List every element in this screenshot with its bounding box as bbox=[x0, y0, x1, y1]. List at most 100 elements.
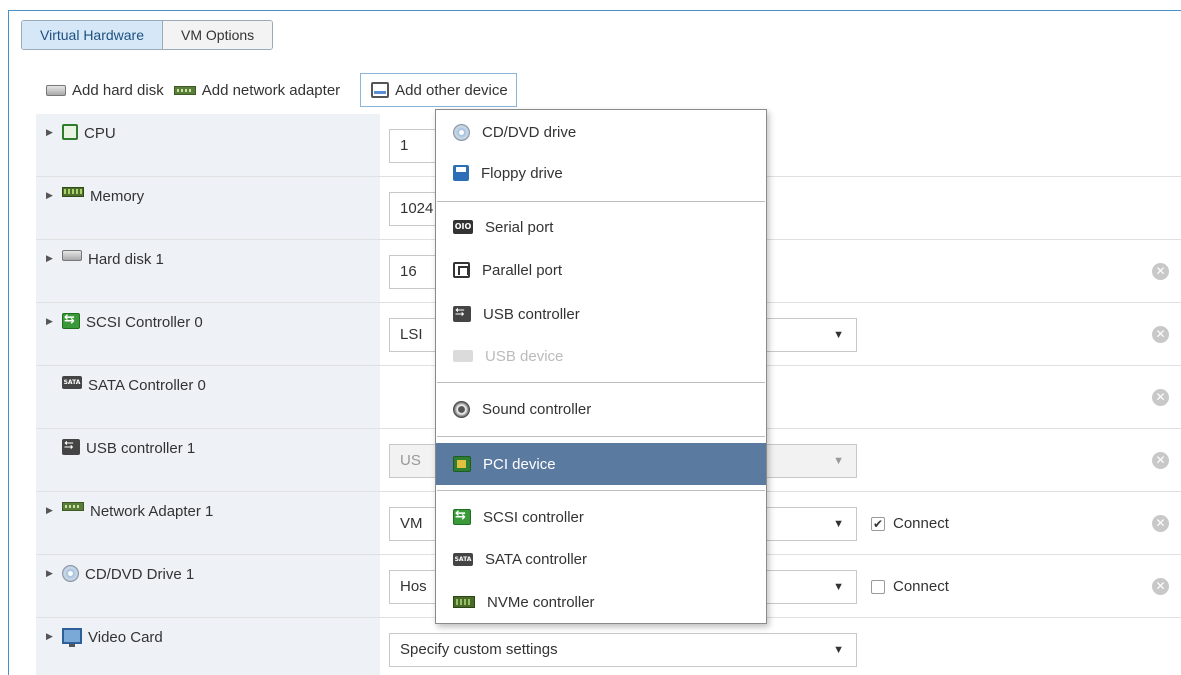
checkbox-unchecked[interactable] bbox=[871, 579, 885, 594]
menu-item-parallel-port[interactable]: Parallel port bbox=[436, 250, 766, 290]
menu-item-label: NVMe controller bbox=[487, 593, 595, 611]
connect-checkbox[interactable]: ✔ Connect bbox=[871, 515, 949, 532]
scsi-icon bbox=[62, 312, 80, 329]
field-value: 1024 bbox=[400, 200, 434, 217]
menu-item-label: SATA controller bbox=[485, 550, 587, 568]
field-value: LSI bbox=[400, 326, 423, 343]
row-label[interactable]: ▶ CD/DVD Drive 1 bbox=[36, 555, 380, 617]
connect-label: Connect bbox=[893, 515, 949, 532]
cd-icon bbox=[453, 123, 470, 141]
remove-device-icon[interactable]: ✕ bbox=[1152, 452, 1169, 469]
remove-device-icon[interactable]: ✕ bbox=[1152, 326, 1169, 343]
expand-arrow-icon[interactable]: ▶ bbox=[46, 568, 56, 579]
hardware-row-video-card: ▶ Video Card Specify custom settings ▼ bbox=[36, 618, 1181, 675]
row-label-text: SATA Controller 0 bbox=[88, 377, 206, 394]
menu-separator bbox=[437, 490, 765, 491]
menu-item-label: Floppy drive bbox=[481, 164, 563, 182]
row-label-text: USB controller 1 bbox=[86, 440, 196, 457]
menu-item-sound-controller[interactable]: Sound controller bbox=[436, 389, 766, 429]
dropdown-caret-icon: ▼ bbox=[833, 581, 844, 593]
row-label[interactable]: ▶ Video Card bbox=[36, 618, 380, 675]
dropdown-caret-icon: ▼ bbox=[833, 455, 844, 467]
row-label-text: Network Adapter 1 bbox=[90, 503, 214, 520]
serial-port-icon: OIO bbox=[453, 220, 473, 234]
expand-arrow-icon[interactable]: ▶ bbox=[46, 253, 56, 264]
row-label[interactable]: USB controller 1 bbox=[36, 429, 380, 491]
menu-item-label: Serial port bbox=[485, 218, 554, 236]
memory-icon bbox=[62, 187, 84, 197]
field-value: 16 bbox=[400, 263, 417, 280]
menu-item-nvme-controller[interactable]: NVMe controller bbox=[436, 582, 766, 622]
menu-item-usb-controller[interactable]: USB controller bbox=[436, 294, 766, 334]
row-label-text: Memory bbox=[90, 188, 145, 205]
menu-separator bbox=[437, 382, 765, 383]
row-label[interactable]: ▶ CPU bbox=[36, 114, 380, 176]
row-label-text: CD/DVD Drive 1 bbox=[85, 566, 195, 583]
remove-device-icon[interactable]: ✕ bbox=[1152, 515, 1169, 532]
menu-item-scsi-controller[interactable]: SCSI controller bbox=[436, 497, 766, 537]
usb-icon bbox=[62, 438, 80, 455]
row-label[interactable]: ▶ Network Adapter 1 bbox=[36, 492, 380, 554]
expand-arrow-icon[interactable]: ▶ bbox=[46, 127, 56, 138]
remove-device-icon[interactable]: ✕ bbox=[1152, 578, 1169, 595]
sata-icon: SATA bbox=[453, 552, 473, 566]
network-adapter-icon bbox=[62, 502, 84, 511]
connect-checkbox[interactable]: Connect bbox=[871, 578, 949, 595]
expand-arrow-icon[interactable]: ▶ bbox=[46, 631, 56, 642]
field-value: Hos bbox=[400, 578, 427, 595]
row-label[interactable]: ▶ Memory bbox=[36, 177, 380, 239]
hard-disk-icon bbox=[62, 250, 82, 261]
hard-disk-icon bbox=[46, 84, 66, 96]
floppy-icon bbox=[453, 165, 469, 181]
expand-arrow-icon[interactable]: ▶ bbox=[46, 316, 56, 327]
add-hard-disk-label: Add hard disk bbox=[72, 81, 164, 99]
device-toolbar: Add hard disk Add network adapter Add ot… bbox=[46, 72, 527, 108]
menu-item-pci-device[interactable]: PCI device bbox=[436, 443, 766, 485]
pci-icon bbox=[453, 456, 471, 472]
menu-item-label: USB controller bbox=[483, 305, 580, 323]
menu-item-floppy-drive[interactable]: Floppy drive bbox=[436, 153, 766, 193]
menu-item-usb-device: USB device bbox=[436, 336, 766, 376]
add-other-device-menu: CD/DVD drive Floppy drive OIO Serial por… bbox=[435, 109, 767, 624]
expand-arrow-icon[interactable]: ▶ bbox=[46, 190, 56, 201]
tab-bar: Virtual Hardware VM Options bbox=[21, 20, 274, 50]
remove-device-icon[interactable]: ✕ bbox=[1152, 263, 1169, 280]
add-hard-disk-button[interactable]: Add hard disk bbox=[46, 73, 164, 107]
dropdown-caret-icon: ▼ bbox=[833, 329, 844, 341]
checkbox-checked[interactable]: ✔ bbox=[871, 516, 885, 531]
network-adapter-icon bbox=[173, 85, 196, 95]
usb-device-icon bbox=[453, 350, 473, 362]
menu-item-label: USB device bbox=[485, 347, 564, 365]
device-icon bbox=[371, 82, 390, 98]
add-other-device-button[interactable]: Add other device bbox=[360, 73, 517, 107]
menu-item-label: PCI device bbox=[483, 455, 556, 473]
row-label-text: SCSI Controller 0 bbox=[86, 314, 203, 331]
menu-item-serial-port[interactable]: OIO Serial port bbox=[436, 207, 766, 247]
remove-device-icon[interactable]: ✕ bbox=[1152, 389, 1169, 406]
field-value: 1 bbox=[400, 137, 409, 154]
row-label[interactable]: SATA SATA Controller 0 bbox=[36, 366, 380, 428]
nvme-icon bbox=[453, 596, 475, 608]
menu-item-sata-controller[interactable]: SATA SATA controller bbox=[436, 539, 766, 579]
add-network-adapter-label: Add network adapter bbox=[201, 81, 341, 99]
menu-separator bbox=[437, 201, 765, 202]
tab-virtual-hardware[interactable]: Virtual Hardware bbox=[22, 21, 164, 49]
menu-separator bbox=[437, 436, 765, 437]
row-label[interactable]: ▶ Hard disk 1 bbox=[36, 240, 380, 302]
row-label[interactable]: ▶ SCSI Controller 0 bbox=[36, 303, 380, 365]
field-value: Specify custom settings bbox=[400, 641, 558, 658]
dropdown-caret-icon: ▼ bbox=[833, 518, 844, 530]
video-settings-select[interactable]: Specify custom settings ▼ bbox=[389, 633, 857, 667]
dropdown-caret-icon: ▼ bbox=[833, 644, 844, 656]
menu-item-cd-dvd-drive[interactable]: CD/DVD drive bbox=[436, 112, 766, 152]
menu-item-label: SCSI controller bbox=[483, 508, 584, 526]
menu-item-label: Sound controller bbox=[482, 400, 592, 418]
sata-icon: SATA bbox=[62, 376, 82, 389]
monitor-icon bbox=[62, 628, 82, 647]
add-network-adapter-button[interactable]: Add network adapter bbox=[173, 73, 341, 107]
parallel-port-icon bbox=[453, 262, 470, 278]
tab-vm-options[interactable]: VM Options bbox=[163, 21, 273, 49]
connect-label: Connect bbox=[893, 578, 949, 595]
expand-arrow-icon[interactable]: ▶ bbox=[46, 505, 56, 516]
add-other-device-label: Add other device bbox=[395, 81, 508, 99]
